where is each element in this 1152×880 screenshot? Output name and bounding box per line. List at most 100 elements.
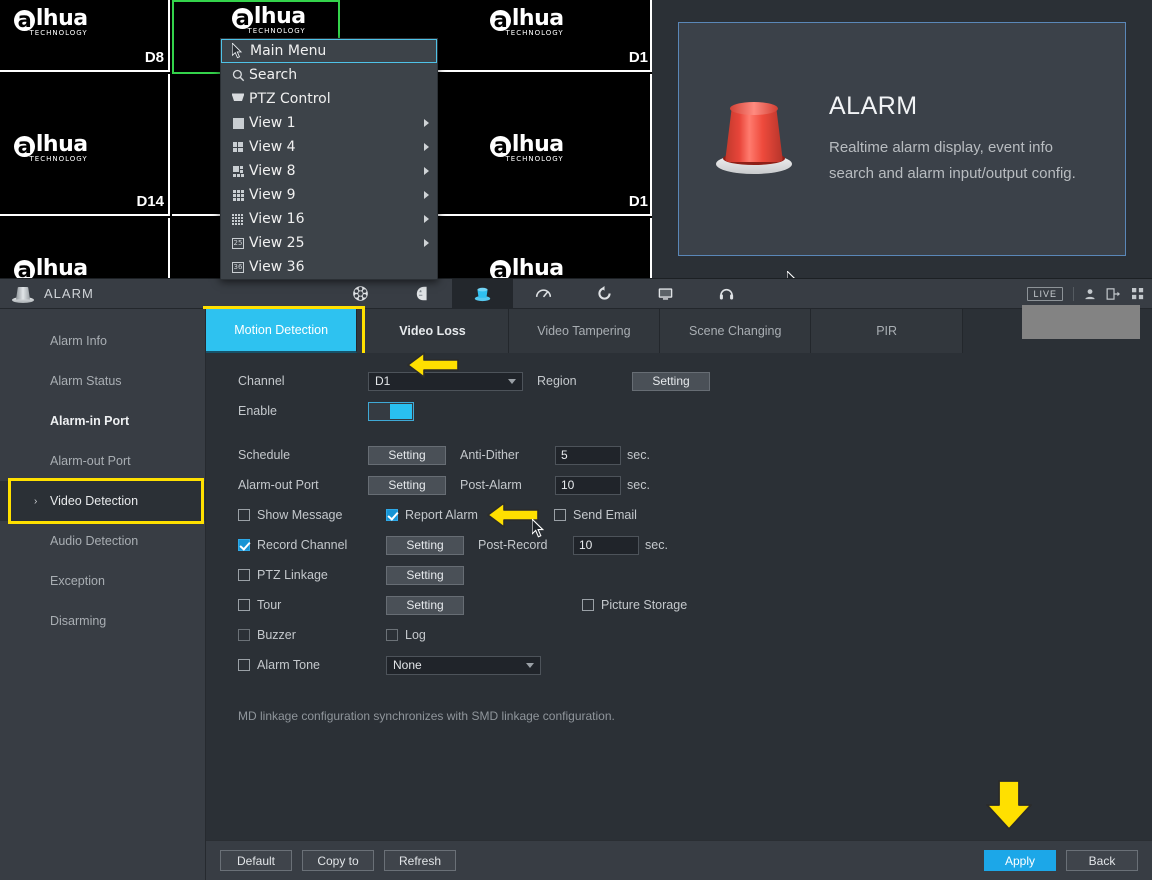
chevron-right-icon: › xyxy=(34,495,38,507)
context-menu-item-view-8[interactable]: View 8 xyxy=(221,159,437,183)
video-cell-d8[interactable]: a lhua TECHNOLOGY D8 xyxy=(0,0,170,72)
record-channel-checkbox-row[interactable]: Record Channel xyxy=(238,533,386,557)
alarm-tone-checkbox[interactable] xyxy=(238,659,250,671)
sidebar-item-disarming[interactable]: Disarming xyxy=(0,601,205,641)
context-menu-label: View 1 xyxy=(249,115,296,131)
grid-16-icon xyxy=(227,213,249,225)
alarm-icon[interactable] xyxy=(452,278,513,309)
sidebar-item-alarm-status[interactable]: Alarm Status xyxy=(0,361,205,401)
alarm-tone-label: Alarm Tone xyxy=(257,658,320,672)
motion-detection-form: Channel D1 Region Setting Enable Schedul… xyxy=(206,352,1152,840)
back-button[interactable]: Back xyxy=(1066,850,1138,871)
apps-grid-icon[interactable] xyxy=(1132,288,1144,300)
module-toolbar[interactable] xyxy=(330,278,757,309)
show-message-checkbox-row[interactable]: Show Message xyxy=(238,503,386,527)
search-playback-icon[interactable] xyxy=(330,279,391,309)
backup-sync-icon[interactable] xyxy=(574,279,635,309)
sidebar-item-label: Video Detection xyxy=(50,494,139,508)
refresh-button[interactable]: Refresh xyxy=(384,850,456,871)
video-cell-d14[interactable]: a lhua TECHNOLOGY D14 xyxy=(0,74,170,216)
sidebar-item-alarm-in-port[interactable]: Alarm-in Port xyxy=(0,401,205,441)
send-email-checkbox[interactable] xyxy=(554,509,566,521)
alarm-out-setting-button[interactable]: Setting xyxy=(368,475,446,495)
tour-checkbox[interactable] xyxy=(238,599,250,611)
alarm-out-port-row: Alarm-out Port Setting Post-Alarm 10 sec… xyxy=(238,473,1152,497)
report-alarm-checkbox-row[interactable]: Report Alarm xyxy=(386,503,554,527)
record-channel-setting-button[interactable]: Setting xyxy=(386,535,464,555)
show-message-checkbox[interactable] xyxy=(238,509,250,521)
context-menu-item-search[interactable]: Search xyxy=(221,63,437,87)
tab-scene-changing[interactable]: Scene Changing xyxy=(660,309,812,353)
channel-select[interactable]: D1 xyxy=(368,371,523,391)
tab-pir[interactable]: PIR xyxy=(811,309,963,353)
tab-video-loss[interactable]: Video Loss xyxy=(357,309,509,353)
record-channel-label: Record Channel xyxy=(257,538,348,552)
ai-face-icon[interactable] xyxy=(391,279,452,309)
tour-setting-button[interactable]: Setting xyxy=(386,595,464,615)
user-icon[interactable] xyxy=(1084,288,1096,300)
audio-icon[interactable] xyxy=(696,279,757,309)
context-menu-item-main-menu[interactable]: Main Menu xyxy=(221,39,437,63)
log-checkbox[interactable] xyxy=(386,629,398,641)
schedule-setting-button[interactable]: Setting xyxy=(368,445,446,465)
detection-tabs[interactable]: Motion Detection Video Loss Video Tamper… xyxy=(203,305,1152,356)
post-record-input[interactable]: 10 xyxy=(573,535,639,555)
tab-motion-detection[interactable]: Motion Detection xyxy=(206,309,358,353)
tab-video-tampering[interactable]: Video Tampering xyxy=(508,309,661,353)
dahua-logo: a lhua TECHNOLOGY xyxy=(14,8,88,37)
send-email-checkbox-row[interactable]: Send Email xyxy=(554,503,714,527)
report-alarm-checkbox[interactable] xyxy=(386,509,398,521)
record-channel-row: Record Channel Setting Post-Record 10 se… xyxy=(238,533,1152,557)
ptz-linkage-checkbox[interactable] xyxy=(238,569,250,581)
default-button[interactable]: Default xyxy=(220,850,292,871)
buzzer-checkbox[interactable] xyxy=(238,629,250,641)
pos-gauge-icon[interactable] xyxy=(513,279,574,309)
context-menu-label: View 4 xyxy=(249,139,296,155)
sidebar-item-alarm-out-port[interactable]: Alarm-out Port xyxy=(0,441,205,481)
anti-dither-input[interactable]: 5 xyxy=(555,445,621,465)
display-icon[interactable] xyxy=(635,279,696,309)
sidebar-item-audio-detection[interactable]: Audio Detection xyxy=(0,521,205,561)
apply-button[interactable]: Apply xyxy=(984,850,1056,871)
right-click-context-menu[interactable]: Main Menu Search PTZ Control View 1 View… xyxy=(220,38,438,280)
context-menu-item-view-25[interactable]: 25 View 25 xyxy=(221,231,437,255)
picture-storage-checkbox-row[interactable]: Picture Storage xyxy=(582,593,687,617)
dahua-logo: a lhua TECHNOLOGY xyxy=(490,134,564,163)
submenu-arrow-icon xyxy=(424,191,429,199)
context-menu-item-view-1[interactable]: View 1 xyxy=(221,111,437,135)
picture-storage-checkbox[interactable] xyxy=(582,599,594,611)
redacted-region xyxy=(1022,305,1140,339)
ptz-linkage-setting-button[interactable]: Setting xyxy=(386,565,464,585)
record-channel-checkbox[interactable] xyxy=(238,539,250,551)
context-menu-item-view-36[interactable]: 36 View 36 xyxy=(221,255,437,279)
sidebar-item-exception[interactable]: Exception xyxy=(0,561,205,601)
region-setting-button[interactable]: Setting xyxy=(632,371,710,391)
context-menu-item-view-16[interactable]: View 16 xyxy=(221,207,437,231)
post-alarm-input[interactable]: 10 xyxy=(555,475,621,495)
enable-toggle[interactable] xyxy=(368,401,414,421)
copy-to-button[interactable]: Copy to xyxy=(302,850,374,871)
context-menu-item-view-4[interactable]: View 4 xyxy=(221,135,437,159)
show-message-label: Show Message xyxy=(257,508,343,522)
context-menu-item-ptz-control[interactable]: PTZ Control xyxy=(221,87,437,111)
context-menu-item-view-9[interactable]: View 9 xyxy=(221,183,437,207)
context-menu-label: PTZ Control xyxy=(249,91,331,107)
channel-select-value: D1 xyxy=(375,374,391,388)
grid-25-icon: 25 xyxy=(231,237,245,249)
log-checkbox-row[interactable]: Log xyxy=(386,623,426,647)
ptz-linkage-checkbox-row[interactable]: PTZ Linkage xyxy=(238,563,386,587)
channel-label: Channel xyxy=(238,374,285,388)
buzzer-checkbox-row[interactable]: Buzzer xyxy=(238,623,386,647)
sidebar-item-alarm-info[interactable]: Alarm Info xyxy=(0,321,205,361)
alarm-sidebar[interactable]: Alarm Info Alarm Status Alarm-in Port Al… xyxy=(0,309,206,880)
channel-label: D14 xyxy=(136,193,164,210)
anti-dither-unit: sec. xyxy=(627,448,650,462)
sidebar-item-video-detection[interactable]: › Video Detection xyxy=(0,478,205,524)
tour-checkbox-row[interactable]: Tour xyxy=(238,593,386,617)
video-cell-bottom-left[interactable]: a lhua xyxy=(0,218,170,280)
alarm-tone-select[interactable]: None xyxy=(386,655,541,675)
logout-icon[interactable] xyxy=(1106,288,1122,300)
alarm-tone-checkbox-row[interactable]: Alarm Tone xyxy=(238,653,386,677)
channel-row: Channel D1 Region Setting xyxy=(238,369,1152,393)
alarm-tone-row: Alarm Tone None xyxy=(238,653,1152,677)
